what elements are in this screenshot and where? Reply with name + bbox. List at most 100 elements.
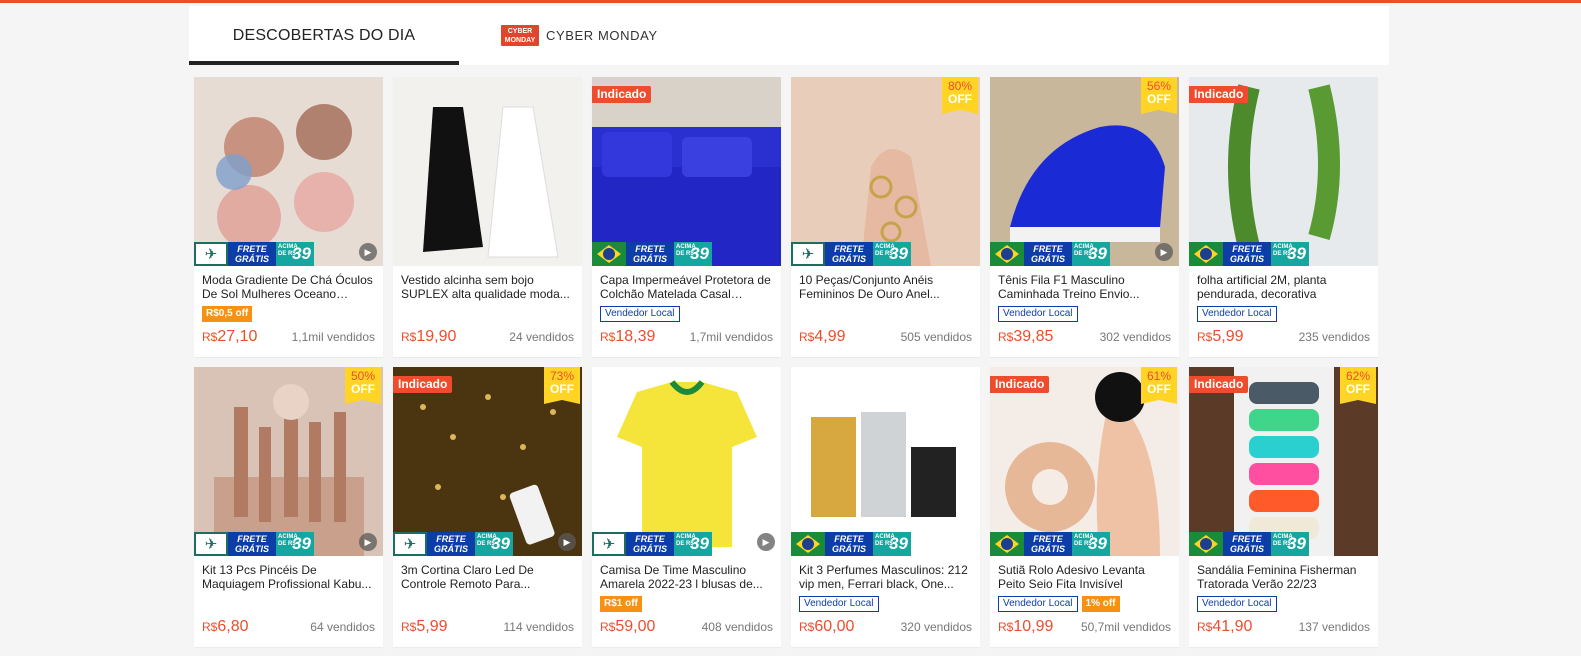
product-image-art <box>811 412 956 517</box>
product-title[interactable]: Camisa De Time Masculino Amarela 2022-23… <box>600 563 773 591</box>
discount-off-label: OFF <box>948 92 972 106</box>
product-card[interactable]: Indicado FRETE GRÁTIS ACIMA DE R$ 39 folha art… <box>1189 77 1378 357</box>
product-badges: Vendedor Local <box>600 306 773 324</box>
product-card[interactable]: Vestido alcinha sem bojo SUPLEX alta qua… <box>393 77 582 357</box>
product-image-art <box>617 380 757 547</box>
video-play-icon[interactable]: ▶ <box>558 533 576 551</box>
sold-count: 320 vendidos <box>900 620 972 634</box>
product-image-art <box>216 104 354 249</box>
product-image[interactable]: 50% OFF ✈ FRETE GRÁTIS ACIMA DE R$ 39 ▶ <box>194 367 383 556</box>
product-title[interactable]: Capa Impermeável Protetora de Colchão Ma… <box>600 273 773 301</box>
product-price: R$27,10 <box>202 328 258 345</box>
voucher-badge: 1% off <box>1081 596 1120 612</box>
product-card[interactable]: 50% OFF ✈ FRETE GRÁTIS ACIMA DE R$ 39 ▶ Kit 13 Pc… <box>194 367 383 647</box>
shipping-banner: ✈ FRETE GRÁTIS ACIMA DE R$ 39 <box>393 532 513 556</box>
product-card[interactable]: Indicado 61% OFF FRETE GRÁTIS ACIMA DE R$ 39 Sut… <box>990 367 1179 647</box>
product-image[interactable]: FRETE GRÁTIS ACIMA DE R$ 39 <box>791 367 980 556</box>
frete-gratis-label: FRETE GRÁTIS <box>626 242 674 266</box>
discount-badge: 50% OFF <box>345 367 381 404</box>
product-image[interactable] <box>393 77 582 266</box>
video-play-icon[interactable]: ▶ <box>1155 243 1173 261</box>
frete-gratis-label: FRETE GRÁTIS <box>1024 242 1072 266</box>
product-badges: Vendedor Local <box>799 596 972 614</box>
acima-de-label: ACIMA DE R$ 39 <box>1072 532 1110 556</box>
product-card[interactable]: 80% OFF ✈ FRETE GRÁTIS ACIMA DE R$ 39 10 Peças/C… <box>791 77 980 357</box>
frete-gratis-label: FRETE GRÁTIS <box>1024 532 1072 556</box>
product-badges: Vendedor Local <box>1197 596 1370 614</box>
product-image[interactable]: 80% OFF ✈ FRETE GRÁTIS ACIMA DE R$ 39 <box>791 77 980 266</box>
top-accent-line <box>0 0 1581 3</box>
discount-badge: 56% OFF <box>1141 77 1177 114</box>
product-card[interactable]: ✈ FRETE GRÁTIS ACIMA DE R$ 39 ▶ Moda Gradiente … <box>194 77 383 357</box>
product-image[interactable]: 56% OFF FRETE GRÁTIS ACIMA DE R$ 39 ▶ <box>990 77 1179 266</box>
tab-label: CYBER MONDAY <box>546 28 658 43</box>
product-card[interactable]: Indicado 62% OFF FRETE GRÁTIS ACIMA DE R$ 39 San… <box>1189 367 1378 647</box>
video-play-icon[interactable]: ▶ <box>757 533 775 551</box>
tab-descobertas-do-dia[interactable]: DESCOBERTAS DO DIA <box>189 6 459 65</box>
cyber-monday-logo-icon: CYBER MONDAY <box>501 25 539 46</box>
video-play-icon[interactable]: ▶ <box>359 533 377 551</box>
product-title[interactable]: 3m Cortina Claro Led De Controle Remoto … <box>401 563 574 591</box>
currency-symbol: R$ <box>998 330 1014 344</box>
brazil-flag-icon <box>592 242 626 266</box>
discount-badge: 73% OFF <box>544 367 580 404</box>
product-image[interactable]: Indicado 62% OFF FRETE GRÁTIS ACIMA DE R$ 39 <box>1189 367 1378 556</box>
airplane-icon: ✈ <box>194 532 228 556</box>
vendedor-local-badge: Vendedor Local <box>998 596 1078 612</box>
sold-count: 505 vendidos <box>900 330 972 344</box>
tab-bar: DESCOBERTAS DO DIA CYBER MONDAY CYBER MON… <box>189 6 1389 65</box>
product-price: R$39,85 <box>998 328 1054 345</box>
product-image[interactable]: Indicado FRETE GRÁTIS ACIMA DE R$ 39 <box>592 77 781 266</box>
product-card[interactable]: 56% OFF FRETE GRÁTIS ACIMA DE R$ 39 ▶ Tênis Fila… <box>990 77 1179 357</box>
product-price: R$18,39 <box>600 328 656 345</box>
currency-symbol: R$ <box>401 620 417 634</box>
tab-label: DESCOBERTAS DO DIA <box>232 26 416 44</box>
shipping-banner: ✈ FRETE GRÁTIS ACIMA DE R$ 39 <box>791 242 911 266</box>
shipping-banner: ✈ FRETE GRÁTIS ACIMA DE R$ 39 <box>194 242 314 266</box>
product-price: R$59,00 <box>600 618 656 635</box>
product-card[interactable]: ✈ FRETE GRÁTIS ACIMA DE R$ 39 ▶ Camisa De Time … <box>592 367 781 647</box>
currency-symbol: R$ <box>799 330 815 344</box>
product-badges: Vendedor Local <box>998 306 1171 324</box>
product-title[interactable]: Sandália Feminina Fisherman Tratorada Ve… <box>1197 563 1370 591</box>
frete-gratis-label: FRETE GRÁTIS <box>1223 532 1271 556</box>
tab-cyber-monday[interactable]: CYBER MONDAY CYBER MONDAY <box>459 6 679 65</box>
product-title[interactable]: Kit 3 Perfumes Masculinos: 212 vip men, … <box>799 563 972 591</box>
product-card[interactable]: Indicado FRETE GRÁTIS ACIMA DE R$ 39 Capa Impe… <box>592 77 781 357</box>
product-title[interactable]: Moda Gradiente De Chá Óculos De Sol Mulh… <box>202 273 375 301</box>
product-card[interactable]: Indicado 73% OFF ✈ FRETE GRÁTIS ACIMA DE R$ 39 ▶ 3… <box>393 367 582 647</box>
product-image[interactable]: Indicado 73% OFF ✈ FRETE GRÁTIS ACIMA DE R$ 39 ▶ <box>393 367 582 556</box>
vendedor-local-badge: Vendedor Local <box>1197 306 1277 322</box>
vendedor-local-badge: Vendedor Local <box>1197 596 1277 612</box>
shipping-banner: ✈ FRETE GRÁTIS ACIMA DE R$ 39 <box>194 532 314 556</box>
frete-gratis-label: FRETE GRÁTIS <box>626 532 674 556</box>
product-title[interactable]: folha artificial 2M, planta pendurada, d… <box>1197 273 1370 301</box>
product-card[interactable]: FRETE GRÁTIS ACIMA DE R$ 39 Kit 3 Perfumes Ma… <box>791 367 980 647</box>
product-image[interactable]: ✈ FRETE GRÁTIS ACIMA DE R$ 39 ▶ <box>194 77 383 266</box>
product-image[interactable]: Indicado FRETE GRÁTIS ACIMA DE R$ 39 <box>1189 77 1378 266</box>
acima-de-label: ACIMA DE R$ 39 <box>1271 532 1309 556</box>
brazil-flag-icon <box>791 532 825 556</box>
frete-gratis-label: FRETE GRÁTIS <box>228 532 276 556</box>
product-title[interactable]: Tênis Fila F1 Masculino Caminhada Treino… <box>998 273 1171 301</box>
product-title[interactable]: Kit 13 Pcs Pincéis De Maquiagem Profissi… <box>202 563 375 591</box>
brazil-flag-icon <box>990 242 1024 266</box>
product-image-art <box>592 77 781 266</box>
sold-count: 1,7mil vendidos <box>689 330 773 344</box>
product-image[interactable]: ✈ FRETE GRÁTIS ACIMA DE R$ 39 ▶ <box>592 367 781 556</box>
product-badges: Vendedor Local <box>1197 306 1370 324</box>
product-image[interactable]: Indicado 61% OFF FRETE GRÁTIS ACIMA DE R$ 39 <box>990 367 1179 556</box>
sold-count: 50,7mil vendidos <box>1080 620 1171 634</box>
sold-count: 24 vendidos <box>509 330 574 344</box>
discount-off-label: OFF <box>1346 382 1370 396</box>
product-price: R$4,99 <box>799 328 846 345</box>
product-badges: R$1 off <box>600 596 773 614</box>
product-title[interactable]: 10 Peças/Conjunto Anéis Femininos De Our… <box>799 273 972 301</box>
indicado-badge: Indicado <box>592 86 652 103</box>
product-grid: ✈ FRETE GRÁTIS ACIMA DE R$ 39 ▶ Moda Gradiente … <box>194 77 1384 647</box>
product-title[interactable]: Sutiã Rolo Adesivo Levanta Peito Seio Fi… <box>998 563 1171 591</box>
video-play-icon[interactable]: ▶ <box>359 243 377 261</box>
product-title[interactable]: Vestido alcinha sem bojo SUPLEX alta qua… <box>401 273 574 301</box>
discount-off-label: OFF <box>1147 92 1171 106</box>
acima-de-label: ACIMA DE R$ 39 <box>674 532 712 556</box>
